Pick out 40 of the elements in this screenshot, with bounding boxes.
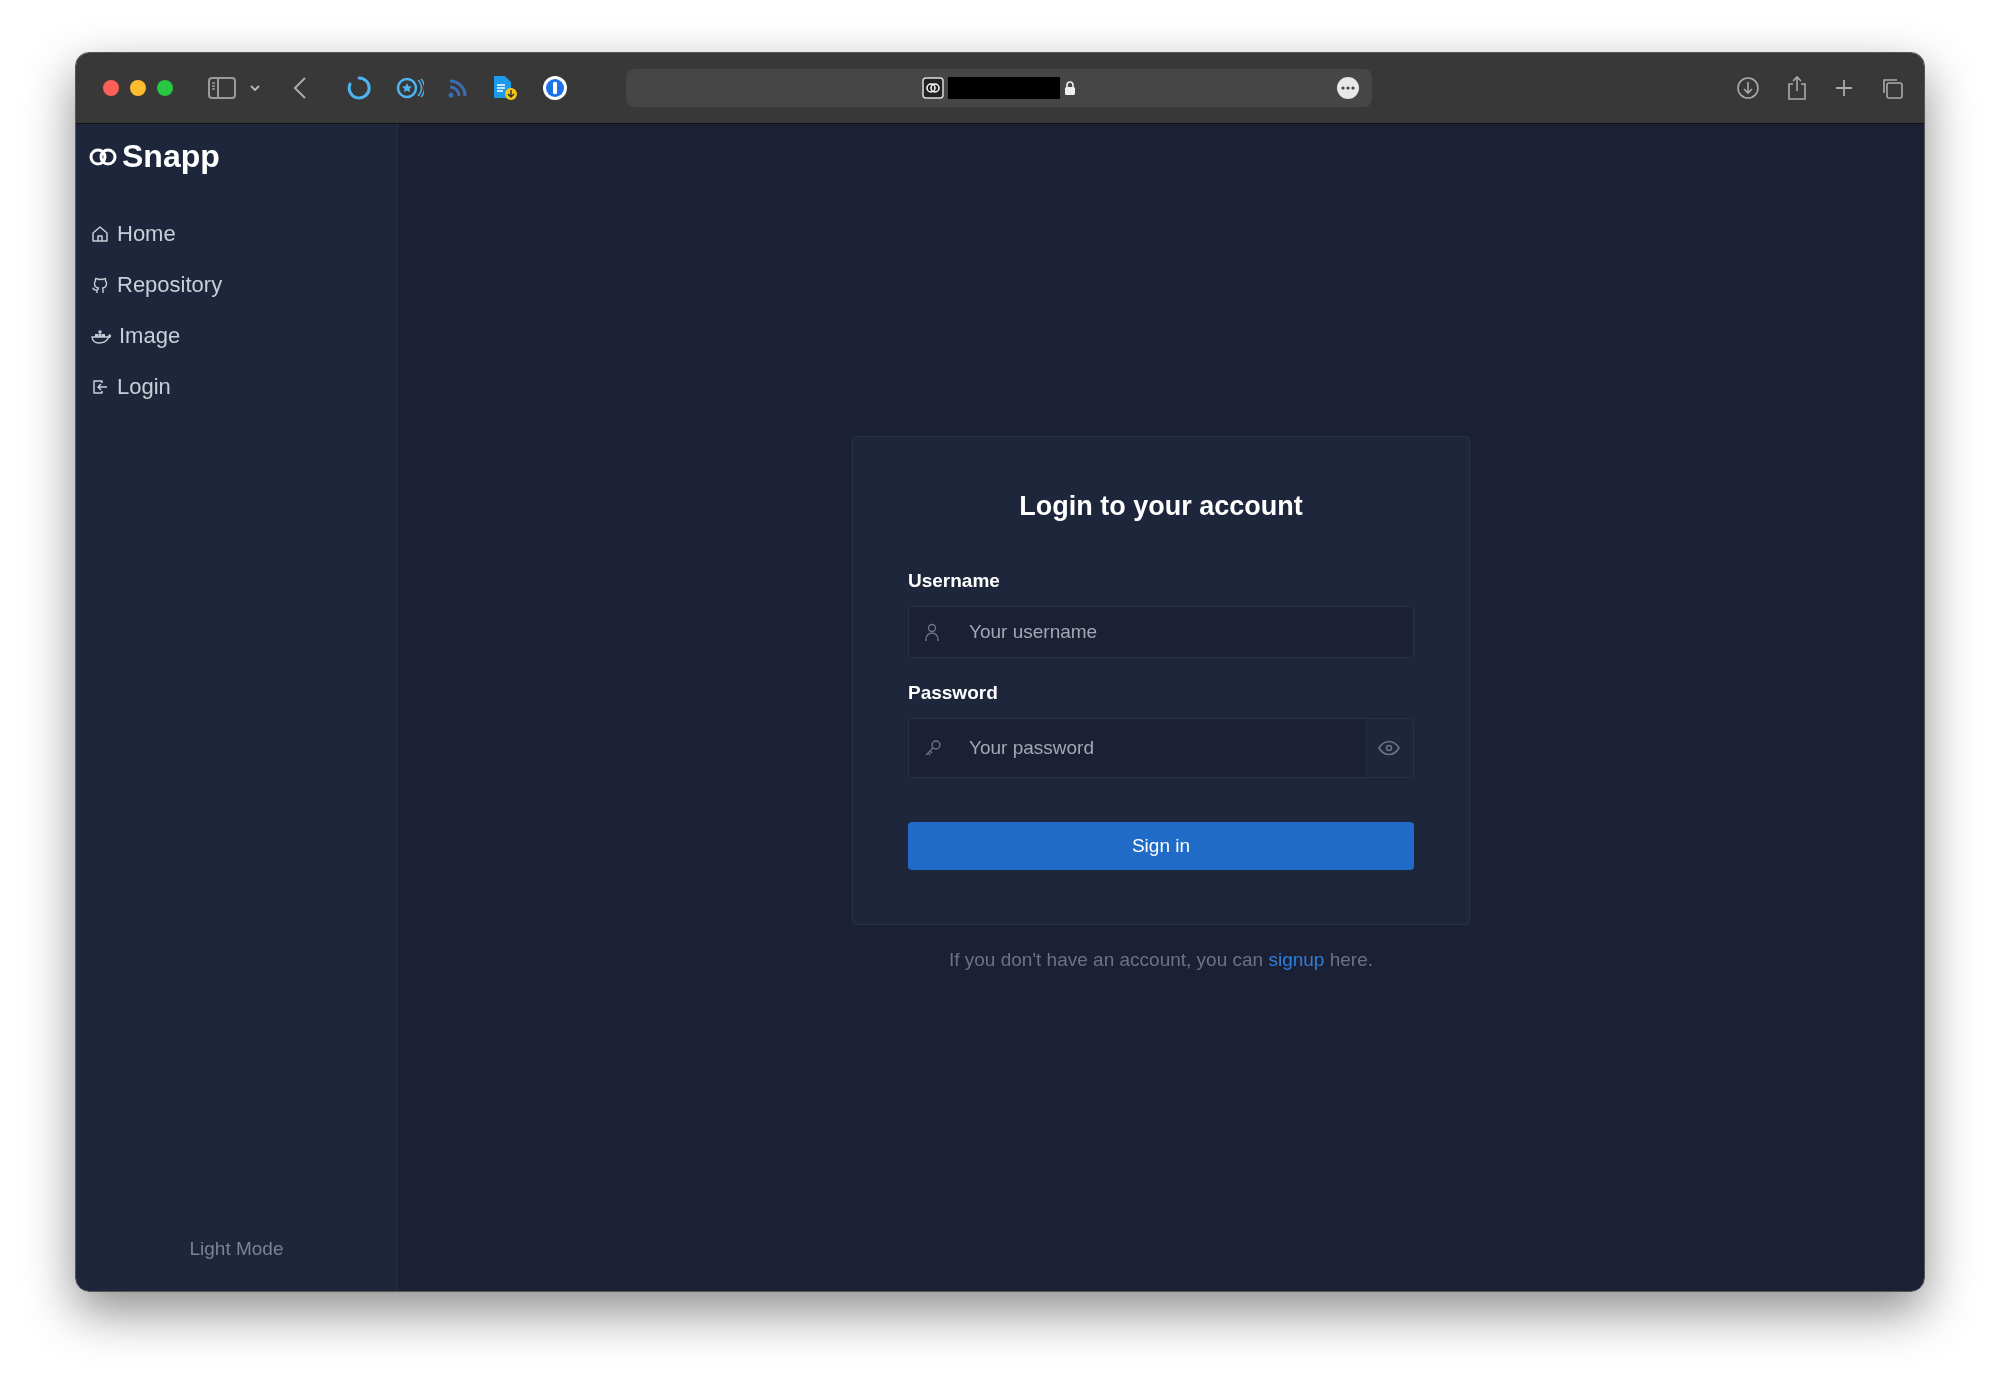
more-icon[interactable] (1336, 76, 1360, 100)
nav-link[interactable]: Login (88, 372, 385, 401)
minimize-window-button[interactable] (130, 80, 146, 96)
sidebar-toggle-icon[interactable] (208, 77, 236, 99)
signup-link[interactable]: signup (1268, 949, 1325, 970)
signup-prompt: If you don't have an account, you can signup here. (948, 949, 1374, 971)
password-manager-icon[interactable] (542, 75, 568, 101)
home-icon (91, 224, 109, 243)
field-label: Username (908, 570, 1001, 592)
nav-link[interactable]: Home (88, 219, 385, 248)
login-icon (91, 377, 109, 396)
lock-icon (1064, 80, 1076, 96)
user-icon (923, 622, 941, 642)
download-icon[interactable] (1736, 76, 1760, 100)
github-icon (91, 275, 109, 294)
address-bar[interactable] (626, 69, 1372, 107)
logo-icon (88, 146, 118, 167)
nav-link[interactable]: Repository (88, 270, 385, 299)
card-title: Login to your account (1018, 491, 1304, 522)
close-window-button[interactable] (103, 80, 119, 96)
loading-spinner-icon[interactable] (346, 75, 372, 101)
nav-link[interactable]: Image (88, 321, 385, 350)
sign-in-button[interactable]: Sign in (908, 822, 1414, 870)
site-favicon-icon (922, 77, 944, 99)
zoom-window-button[interactable] (157, 80, 173, 96)
document-download-icon[interactable] (492, 74, 518, 102)
eye-icon (1378, 740, 1400, 756)
app-name: Snapp (122, 138, 220, 175)
key-icon (923, 738, 943, 758)
username-field[interactable]: Your username (908, 606, 1414, 658)
back-icon[interactable] (294, 77, 306, 99)
show-password-button[interactable] (1365, 719, 1413, 777)
password-field[interactable]: Your password (908, 718, 1414, 778)
chevron-down-icon[interactable] (250, 84, 260, 92)
star-badge-icon[interactable] (396, 76, 424, 100)
new-tab-icon[interactable] (1834, 78, 1854, 98)
share-icon[interactable] (1786, 75, 1808, 101)
theme-toggle-button[interactable]: Light Mode (183, 1237, 290, 1261)
field-label: Password (908, 682, 999, 704)
tabs-overview-icon[interactable] (1880, 76, 1904, 100)
